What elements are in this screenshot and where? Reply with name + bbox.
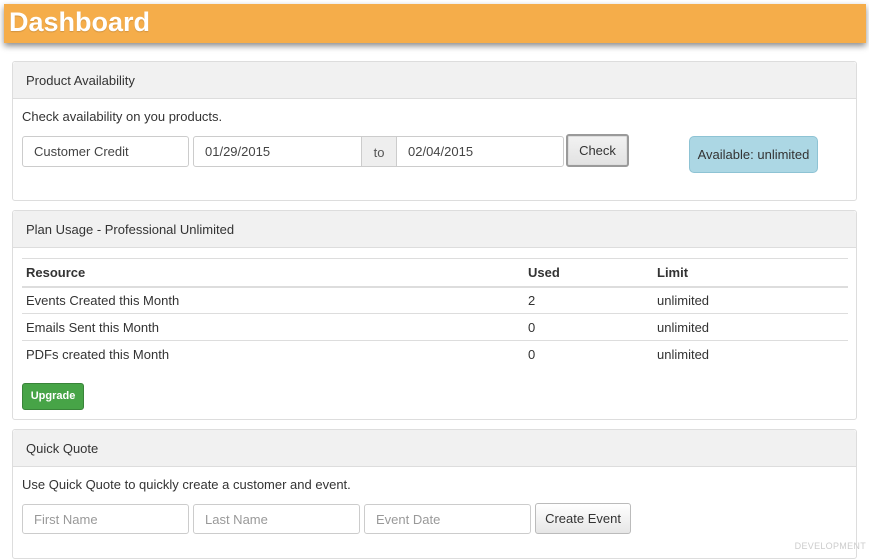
table-row: Emails Sent this Month 0 unlimited bbox=[22, 314, 848, 341]
plan-usage-table: Resource Used Limit Events Created this … bbox=[22, 258, 848, 368]
dashboard-header: Dashboard bbox=[4, 4, 866, 43]
product-availability-panel: Product Availability Check availability … bbox=[12, 61, 857, 201]
plan-usage-panel: Plan Usage - Professional Unlimited Reso… bbox=[12, 210, 857, 420]
quick-quote-heading: Quick Quote bbox=[13, 430, 856, 467]
resource-cell: Emails Sent this Month bbox=[22, 314, 524, 341]
create-event-button[interactable]: Create Event bbox=[535, 503, 631, 534]
product-select[interactable]: Customer Credit bbox=[22, 136, 189, 167]
used-cell: 2 bbox=[524, 287, 653, 314]
event-date-input[interactable]: Event Date bbox=[364, 504, 531, 534]
first-name-input[interactable]: First Name bbox=[22, 504, 189, 534]
table-row: Events Created this Month 2 unlimited bbox=[22, 287, 848, 314]
quick-quote-help-text: Use Quick Quote to quickly create a cust… bbox=[22, 477, 351, 492]
table-row: PDFs created this Month 0 unlimited bbox=[22, 341, 848, 368]
end-date-input[interactable]: 02/04/2015 bbox=[396, 136, 564, 167]
table-header-row: Resource Used Limit bbox=[22, 259, 848, 287]
quick-quote-panel: Quick Quote Use Quick Quote to quickly c… bbox=[12, 429, 857, 559]
resource-cell: PDFs created this Month bbox=[22, 341, 524, 368]
last-name-input[interactable]: Last Name bbox=[193, 504, 360, 534]
limit-cell: unlimited bbox=[653, 287, 848, 314]
column-header-used: Used bbox=[524, 259, 653, 287]
column-header-limit: Limit bbox=[653, 259, 848, 287]
page-title: Dashboard bbox=[9, 7, 150, 38]
column-header-resource: Resource bbox=[22, 259, 524, 287]
upgrade-button[interactable]: Upgrade bbox=[22, 383, 84, 410]
availability-help-text: Check availability on you products. bbox=[22, 109, 222, 124]
environment-watermark: DEVELOPMENT bbox=[795, 541, 866, 551]
availability-result-badge: Available: unlimited bbox=[689, 136, 818, 173]
used-cell: 0 bbox=[524, 341, 653, 368]
limit-cell: unlimited bbox=[653, 314, 848, 341]
used-cell: 0 bbox=[524, 314, 653, 341]
start-date-input[interactable]: 01/29/2015 bbox=[193, 136, 362, 167]
date-range-to-addon: to bbox=[361, 136, 397, 167]
plan-usage-heading: Plan Usage - Professional Unlimited bbox=[13, 211, 856, 248]
product-availability-heading: Product Availability bbox=[13, 62, 856, 99]
limit-cell: unlimited bbox=[653, 341, 848, 368]
check-button[interactable]: Check bbox=[566, 134, 629, 167]
resource-cell: Events Created this Month bbox=[22, 287, 524, 314]
